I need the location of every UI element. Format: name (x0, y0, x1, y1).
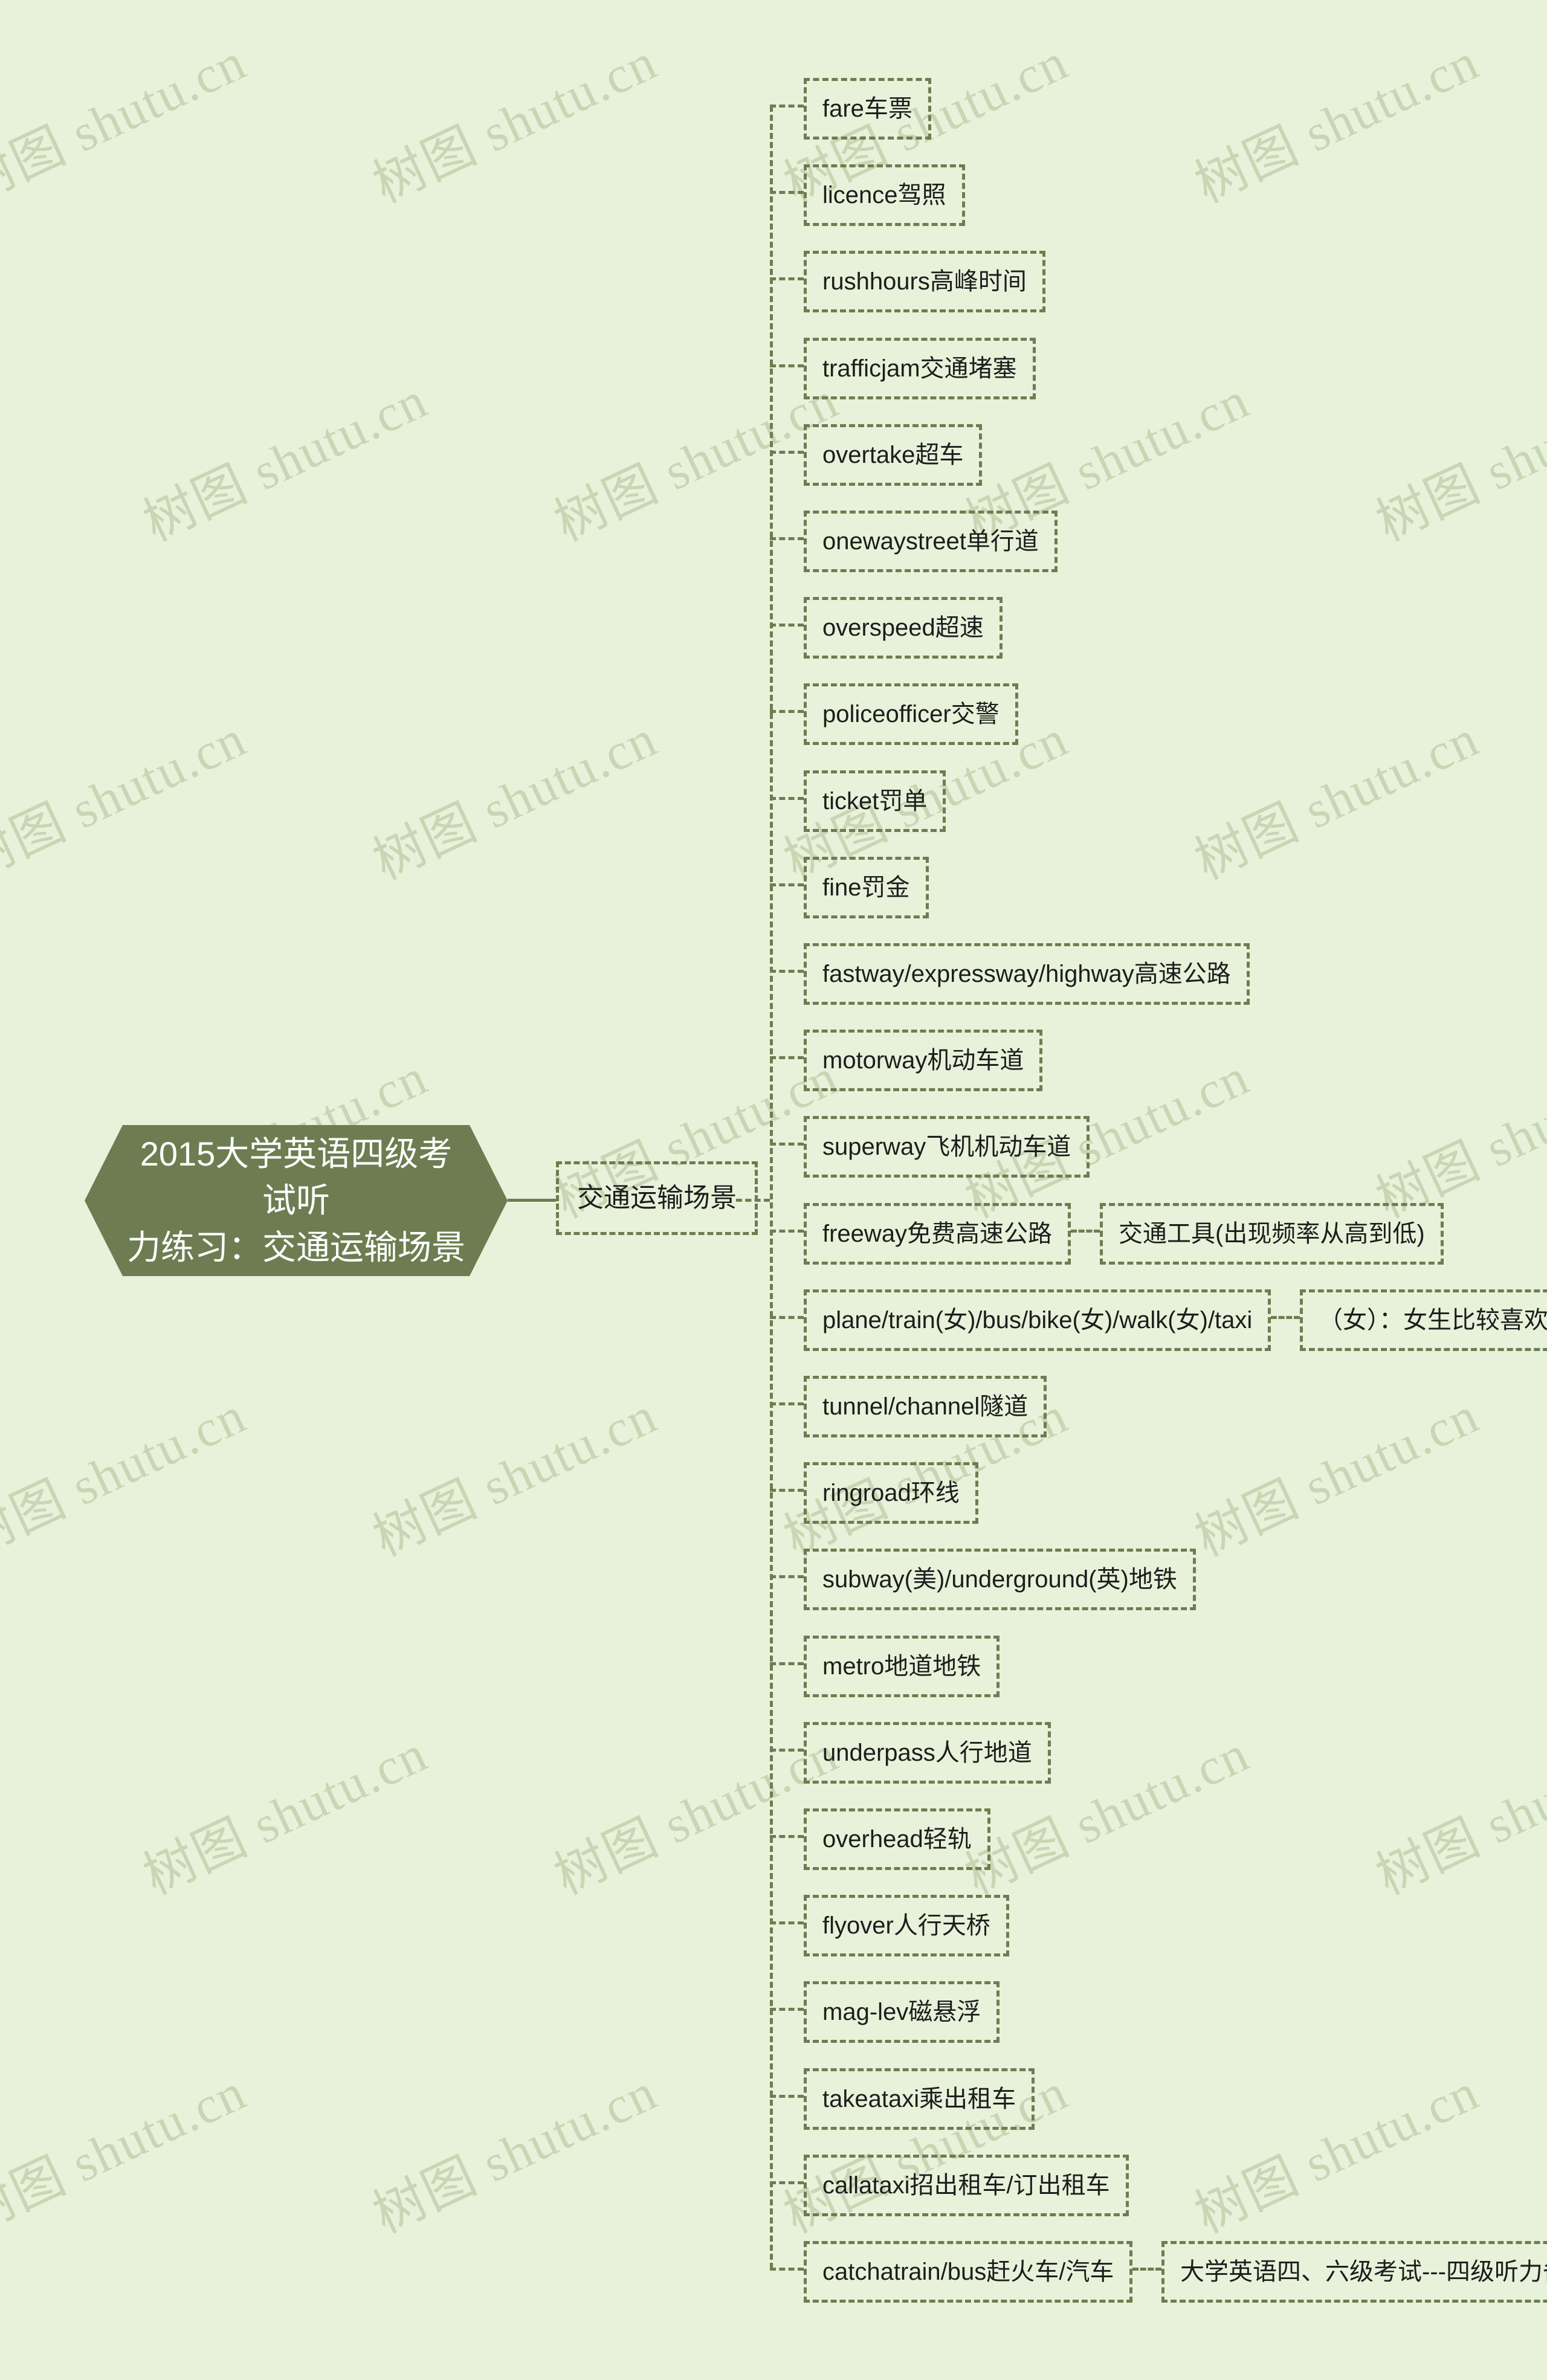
leaf-node-label: rushhours高峰时间 (822, 268, 1027, 295)
trunk-to-leaf-connector (770, 1315, 804, 1319)
leaf-node-label: overspeed超速 (822, 614, 984, 642)
leaf-node[interactable]: fare车票 (804, 78, 931, 140)
leaf-node-label: overhead轻轨 (822, 1826, 972, 1853)
leaf-node[interactable]: policeofficer交警 (804, 683, 1018, 746)
leaf-node[interactable]: onewaystreet单行道 (804, 511, 1058, 572)
leaf-node[interactable]: plane/train(女)/bus/bike(女)/walk(女)/taxi (804, 1289, 1271, 1351)
leaf-node-label: onewaystreet单行道 (822, 528, 1039, 555)
leaf-node-label: ticket罚单 (822, 787, 928, 814)
leaf-node-label: underpass人行地道 (822, 1739, 1032, 1766)
leaf-node[interactable]: ringroad环线 (804, 1462, 978, 1524)
root-title-line1: 2015大学英语四级考试听 (140, 1135, 453, 1220)
leaf-node[interactable]: fastway/expressway/highway高速公路 (804, 943, 1250, 1005)
leaf-node-label: freeway免费高速公路 (822, 1220, 1053, 1247)
branch-node-transport-scene[interactable]: 交通运输场景 (556, 1161, 758, 1235)
trunk-to-leaf-connector (770, 537, 804, 540)
leaf-node[interactable]: rushhours高峰时间 (804, 251, 1045, 313)
leaf-node-label: overtake超车 (822, 441, 964, 468)
leaf-node-label: subway(美)/underground(英)地铁 (822, 1566, 1177, 1593)
leaf-node[interactable]: catchatrain/bus赶火车/汽车 (804, 2241, 1133, 2303)
root-title-line2: 力练习：交通运输场景 (127, 1228, 465, 1266)
trunk-to-leaf-connector (770, 277, 804, 281)
leaf-node-label: mag-lev磁悬浮 (822, 1999, 981, 2026)
leaf-node-label: callataxi招出租车/订出租车 (822, 2172, 1110, 2199)
mindmap-canvas: 2015大学英语四级考试听 力练习：交通运输场景 交通运输场景 fare车票 li… (0, 0, 1547, 2380)
leaf-node[interactable]: freeway免费高速公路 (804, 1202, 1071, 1265)
trunk-to-leaf-connector (770, 2008, 804, 2011)
leaf-node[interactable]: metro地道地铁 (804, 1635, 1000, 1697)
leaf-node-label: policeofficer交警 (822, 701, 1000, 728)
leaf-node-label: licence驾照 (822, 182, 946, 209)
leaf-node[interactable]: licence驾照 (804, 164, 965, 227)
child-node-label: 大学英语四、六级考试---四级听力备考资料 (1180, 2259, 1547, 2285)
child-node-label: （女）：女生比较喜欢 (1319, 1306, 1547, 1334)
trunk-to-leaf-connector (770, 710, 804, 714)
leaf-node-label: plane/train(女)/bus/bike(女)/walk(女)/taxi (822, 1306, 1253, 1334)
leaf-node[interactable]: takeataxi乘出租车 (804, 2068, 1035, 2130)
branch-to-trunk-connector (736, 1199, 770, 1202)
leaf-node-label: motorway机动车道 (822, 1047, 1024, 1074)
trunk-to-leaf-connector (770, 1489, 804, 1492)
leaf-node-label: superway飞机机动车道 (822, 1134, 1071, 1161)
leaf-to-child-connector (1271, 1315, 1300, 1319)
leaf-node[interactable]: superway飞机机动车道 (804, 1116, 1090, 1178)
child-node-label: 交通工具(出现频率从高到低) (1119, 1220, 1425, 1247)
trunk-to-leaf-connector (770, 1402, 804, 1405)
leaf-node-label: metro地道地铁 (822, 1653, 981, 1680)
trunk-to-leaf-connector (770, 2181, 804, 2184)
leaf-node[interactable]: subway(美)/underground(英)地铁 (804, 1549, 1196, 1611)
trunk-to-leaf-connector (770, 191, 804, 195)
trunk-to-leaf-connector (770, 1575, 804, 1579)
trunk-to-leaf-connector (770, 105, 804, 108)
leaf-node[interactable]: tunnel/channel隧道 (804, 1376, 1047, 1437)
trunk-to-leaf-connector (770, 883, 804, 886)
trunk-to-leaf-connector (770, 1143, 804, 1146)
leaf-node[interactable]: trafficjam交通堵塞 (804, 337, 1036, 399)
trunk-to-leaf-connector (770, 364, 804, 367)
leaf-node-label: trafficjam交通堵塞 (822, 355, 1017, 382)
trunk-to-leaf-connector (770, 2094, 804, 2098)
leaf-node-label: ringroad环线 (822, 1480, 960, 1507)
leaf-node-label: takeataxi乘出租车 (822, 2085, 1016, 2112)
trunk-to-leaf-connector (770, 970, 804, 973)
child-node[interactable]: 大学英语四、六级考试---四级听力备考资料 (1161, 2241, 1547, 2303)
leaf-node[interactable]: overspeed超速 (804, 597, 1003, 659)
leaf-node[interactable]: mag-lev磁悬浮 (804, 1981, 1000, 2043)
trunk-to-leaf-connector (770, 1229, 804, 1233)
child-node[interactable]: 交通工具(出现频率从高到低) (1100, 1202, 1444, 1265)
trunk-line (770, 106, 773, 2269)
leaf-node-label: tunnel/channel隧道 (822, 1393, 1029, 1420)
trunk-to-leaf-connector (770, 1921, 804, 1925)
child-node[interactable]: （女）：女生比较喜欢 (1300, 1289, 1547, 1351)
leaf-to-child-connector (1071, 1229, 1100, 1233)
leaf-node[interactable]: motorway机动车道 (804, 1030, 1043, 1092)
leaf-node-label: catchatrain/bus赶火车/汽车 (822, 2259, 1114, 2285)
trunk-to-leaf-connector (770, 2268, 804, 2271)
trunk-to-leaf-connector (770, 1662, 804, 1665)
leaf-node-label: fastway/expressway/highway高速公路 (822, 961, 1231, 987)
root-to-branch-connector (508, 1199, 556, 1202)
trunk-to-leaf-connector (770, 624, 804, 627)
leaf-node-label: fare车票 (822, 95, 912, 122)
trunk-to-leaf-connector (770, 1835, 804, 1838)
leaf-node[interactable]: underpass人行地道 (804, 1721, 1051, 1784)
trunk-to-leaf-connector (770, 796, 804, 800)
root-node[interactable]: 2015大学英语四级考试听 力练习：交通运输场景 (85, 1125, 508, 1276)
leaf-node-label: fine罚金 (822, 874, 910, 901)
leaf-node[interactable]: overtake超车 (804, 424, 983, 486)
leaf-node[interactable]: overhead轻轨 (804, 1808, 990, 1870)
leaf-node-label: flyover人行天桥 (822, 1912, 990, 1940)
trunk-to-leaf-connector (770, 1056, 804, 1060)
leaf-node[interactable]: ticket罚单 (804, 770, 946, 832)
trunk-to-leaf-connector (770, 1748, 804, 1752)
leaf-node[interactable]: flyover人行天桥 (804, 1895, 1009, 1957)
leaf-node[interactable]: callataxi招出租车/订出租车 (804, 2154, 1129, 2216)
leaf-to-child-connector (1132, 2268, 1161, 2271)
leaf-node[interactable]: fine罚金 (804, 856, 929, 918)
trunk-to-leaf-connector (770, 450, 804, 454)
branch-node-label: 交通运输场景 (577, 1183, 737, 1213)
